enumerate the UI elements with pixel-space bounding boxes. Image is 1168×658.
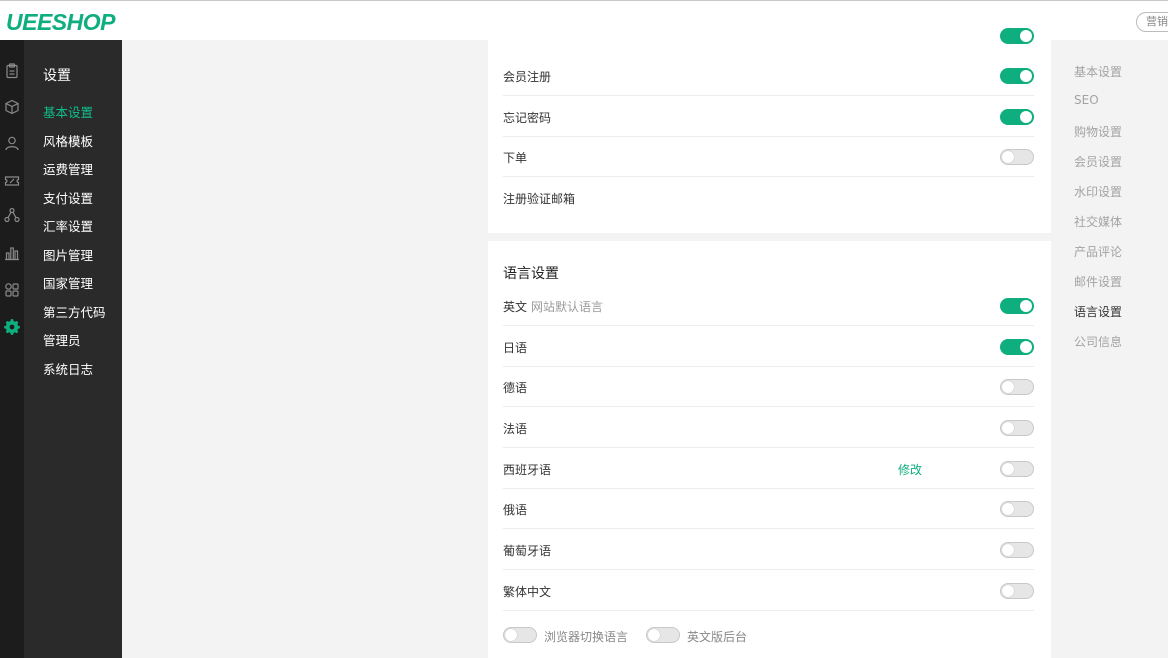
anchor-basic-settings[interactable]: 基本设置	[1074, 63, 1122, 80]
clipboard-icon[interactable]	[0, 59, 24, 83]
subnav-item-countries[interactable]: 国家管理	[43, 273, 93, 292]
language-name: 英文	[503, 300, 528, 314]
language-row: 葡萄牙语	[503, 530, 1034, 570]
language-row: 法语	[503, 408, 1034, 448]
section-title: 语言设置	[503, 266, 559, 282]
member-register-toggle[interactable]	[1000, 68, 1034, 84]
language-label: 日语	[503, 341, 528, 355]
language-english-toggle[interactable]	[1000, 298, 1034, 314]
default-language-hint: 网站默认语言	[531, 300, 604, 314]
anchor-member-settings[interactable]: 会员设置	[1074, 153, 1122, 170]
settings-subnav: 设置 基本设置 风格模板 运费管理 支付设置 汇率设置 图片管理 国家管理 第三…	[24, 40, 122, 658]
coupon-icon[interactable]	[0, 169, 24, 193]
setting-row: 忘记密码	[503, 97, 1034, 137]
setting-row: 下单	[503, 137, 1034, 177]
anchor-watermark-settings[interactable]: 水印设置	[1074, 183, 1122, 200]
subnav-item-admins[interactable]: 管理员	[43, 330, 81, 349]
language-label: 西班牙语	[503, 463, 552, 477]
browser-switch-language-label: 浏览器切换语言	[544, 630, 629, 644]
language-label: 俄语	[503, 503, 528, 517]
english-admin-toggle[interactable]	[646, 627, 680, 643]
partial-toggle[interactable]	[1000, 28, 1034, 44]
setting-label: 下单	[503, 151, 528, 165]
subnav-item-shipping[interactable]: 运费管理	[43, 159, 93, 178]
edit-link[interactable]: 修改	[898, 461, 922, 478]
subnav-item-third-party-code[interactable]: 第三方代码	[43, 302, 106, 321]
language-traditional-chinese-toggle[interactable]	[1000, 583, 1034, 599]
apps-icon[interactable]	[0, 278, 24, 302]
language-russian-toggle[interactable]	[1000, 501, 1034, 517]
language-label: 法语	[503, 422, 528, 436]
setting-row: 会员注册	[503, 56, 1034, 96]
member-settings-panel: 会员注册 忘记密码 下单 注册验证邮箱	[488, 28, 1051, 233]
language-spanish-toggle[interactable]	[1000, 461, 1034, 477]
setting-label: 忘记密码	[503, 111, 552, 125]
setting-label: 注册验证邮箱	[503, 192, 576, 206]
anchor-social-media[interactable]: 社交媒体	[1074, 213, 1122, 230]
anchor-product-reviews[interactable]: 产品评论	[1074, 243, 1122, 260]
anchor-company-info[interactable]: 公司信息	[1074, 333, 1122, 350]
place-order-toggle[interactable]	[1000, 149, 1034, 165]
english-admin-label: 英文版后台	[687, 630, 748, 644]
language-row: 日语	[503, 327, 1034, 367]
language-french-toggle[interactable]	[1000, 420, 1034, 436]
subnav-item-basic-settings[interactable]: 基本设置	[43, 102, 93, 121]
anchor-shopping-settings[interactable]: 购物设置	[1074, 123, 1122, 140]
language-row: 西班牙语 修改	[503, 449, 1034, 489]
language-row: 俄语	[503, 489, 1034, 529]
logo[interactable]: UEESHOP	[6, 9, 115, 36]
browser-switch-language-toggle[interactable]	[503, 627, 537, 643]
gear-icon[interactable]	[0, 315, 24, 339]
language-portuguese-toggle[interactable]	[1000, 542, 1034, 558]
language-label: 繁体中文	[503, 585, 552, 599]
language-settings-panel: 语言设置 英文 网站默认语言 日语 德语 法语 西班牙语 修改 俄语 葡萄牙语 繁…	[488, 241, 1051, 658]
language-row: 英文 网站默认语言	[503, 286, 1034, 326]
subnav-item-payment[interactable]: 支付设置	[43, 188, 93, 207]
subnav-item-images[interactable]: 图片管理	[43, 245, 93, 264]
language-japanese-toggle[interactable]	[1000, 339, 1034, 355]
setting-label: 会员注册	[503, 70, 552, 84]
language-label: 德语	[503, 381, 528, 395]
language-row: 德语	[503, 367, 1034, 407]
subnav-item-style-templates[interactable]: 风格模板	[43, 131, 93, 150]
language-row: 繁体中文	[503, 571, 1034, 611]
subnav-item-exchange-rate[interactable]: 汇率设置	[43, 216, 93, 235]
language-options: 浏览器切换语言 英文版后台	[503, 627, 903, 644]
language-german-toggle[interactable]	[1000, 379, 1034, 395]
anchor-email-settings[interactable]: 邮件设置	[1074, 273, 1122, 290]
icon-rail	[0, 40, 24, 658]
marketing-button[interactable]: 营销	[1136, 12, 1168, 32]
setting-row: 注册验证邮箱	[503, 178, 1034, 218]
language-label: 葡萄牙语	[503, 544, 552, 558]
subnav-title: 设置	[43, 68, 71, 84]
forgot-password-toggle[interactable]	[1000, 109, 1034, 125]
subnav-item-system-log[interactable]: 系统日志	[43, 359, 93, 378]
language-label: 英文 网站默认语言	[503, 298, 603, 315]
anchor-language-settings[interactable]: 语言设置	[1074, 303, 1122, 320]
user-icon[interactable]	[0, 131, 24, 155]
box-icon[interactable]	[0, 95, 24, 119]
top-bar: UEESHOP 营销	[0, 0, 1168, 40]
anchor-seo[interactable]: SEO	[1074, 93, 1099, 107]
network-icon[interactable]	[0, 203, 24, 227]
bar-chart-icon[interactable]	[0, 241, 24, 265]
